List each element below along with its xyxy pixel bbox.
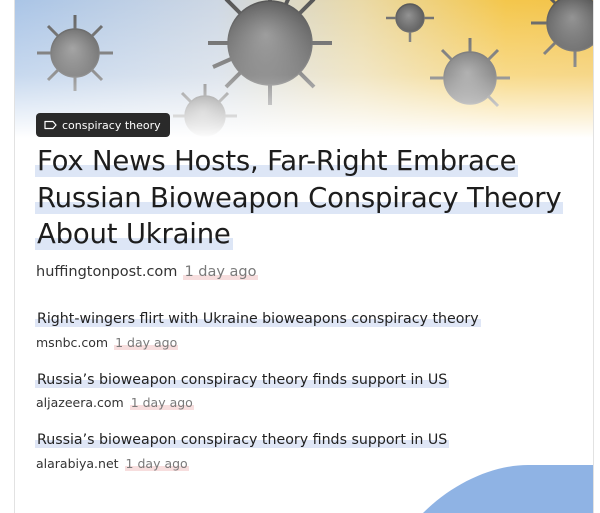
related-title-link[interactable]: Right-wingers flirt with Ukraine bioweap… [35, 311, 481, 327]
corner-decoration [423, 465, 593, 513]
article-source[interactable]: huffingtonpost.com [36, 264, 177, 280]
article-headline: Fox News Hosts, Far-Right Embrace Russia… [35, 143, 580, 253]
tag-icon [44, 120, 57, 130]
article-meta: huffingtonpost.com 1 day ago [36, 264, 258, 280]
headline-link[interactable]: Fox News Hosts, Far-Right Embrace Russia… [35, 145, 564, 250]
related-title-link[interactable]: Russia’s bioweapon conspiracy theory fin… [35, 372, 450, 388]
related-time: 1 day ago [124, 456, 189, 471]
related-source[interactable]: alarabiya.net [36, 456, 119, 471]
related-time: 1 day ago [129, 395, 194, 410]
related-meta: alarabiya.net 1 day ago [36, 456, 189, 471]
category-tag-label: conspiracy theory [62, 118, 161, 132]
related-item: Right-wingers flirt with Ukraine bioweap… [35, 311, 481, 327]
news-card: conspiracy theory Fox News Hosts, Far-Ri… [14, 0, 594, 513]
article-time: 1 day ago [183, 264, 258, 280]
related-meta: aljazeera.com 1 day ago [36, 395, 194, 410]
related-time: 1 day ago [114, 335, 179, 350]
related-source[interactable]: msnbc.com [36, 335, 108, 350]
related-source[interactable]: aljazeera.com [36, 395, 124, 410]
category-tag[interactable]: conspiracy theory [36, 113, 170, 137]
related-meta: msnbc.com 1 day ago [36, 335, 179, 350]
related-title-link[interactable]: Russia’s bioweapon conspiracy theory fin… [35, 432, 450, 448]
related-item: Russia’s bioweapon conspiracy theory fin… [35, 432, 450, 448]
related-item: Russia’s bioweapon conspiracy theory fin… [35, 372, 450, 388]
